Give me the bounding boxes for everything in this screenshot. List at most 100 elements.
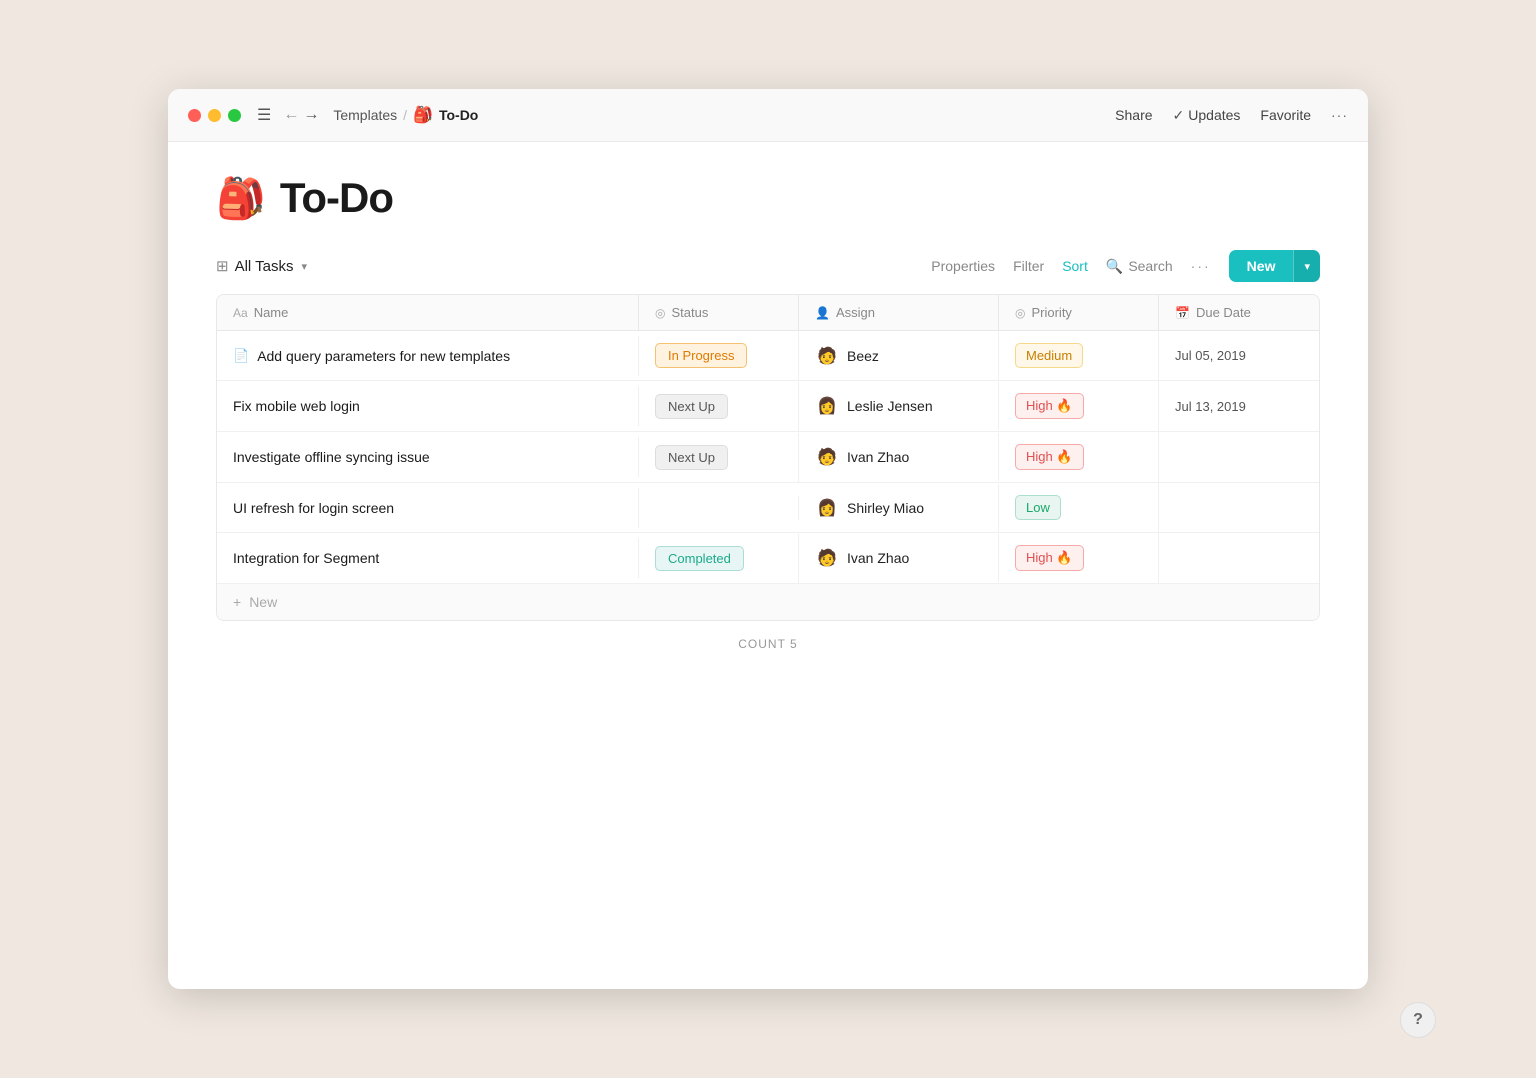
- filter-button[interactable]: Filter: [1013, 258, 1044, 274]
- share-button[interactable]: Share: [1115, 107, 1152, 123]
- titlebar: ☰ ← → Templates / 🎒 To-Do Share ✓ Update…: [168, 89, 1368, 142]
- duedate-col-label: Due Date: [1196, 305, 1251, 320]
- page-icon: 🎒: [216, 175, 266, 222]
- search-icon: 🔍: [1106, 258, 1123, 275]
- main-content: 🎒 To-Do ⊞ All Tasks ▾ Properties Filter …: [168, 142, 1368, 989]
- new-dropdown-arrow[interactable]: ▾: [1293, 250, 1320, 282]
- assign-col-label: Assign: [836, 305, 875, 320]
- favorite-button[interactable]: Favorite: [1260, 107, 1311, 123]
- plus-icon: +: [233, 594, 241, 610]
- help-button[interactable]: ?: [1400, 1002, 1436, 1038]
- menu-icon[interactable]: ☰: [257, 105, 271, 125]
- add-new-row[interactable]: + New: [217, 584, 1319, 620]
- task-name-cell: Investigate offline syncing issue: [217, 437, 639, 477]
- status-badge[interactable]: Next Up: [655, 445, 728, 470]
- toolbar-right: Properties Filter Sort 🔍 Search ··· New …: [931, 250, 1320, 282]
- properties-button[interactable]: Properties: [931, 258, 995, 274]
- table-header: Aa Name ◎ Status 👤 Assign ◎ Priority 📅: [217, 295, 1319, 331]
- status-badge[interactable]: Completed: [655, 546, 744, 571]
- minimize-button[interactable]: [208, 109, 221, 122]
- search-button[interactable]: 🔍 Search: [1106, 258, 1173, 275]
- task-priority-cell: High 🔥: [999, 432, 1159, 482]
- app-window: ☰ ← → Templates / 🎒 To-Do Share ✓ Update…: [168, 89, 1368, 989]
- status-badge[interactable]: In Progress: [655, 343, 747, 368]
- sort-button[interactable]: Sort: [1062, 258, 1088, 274]
- priority-col-label: Priority: [1031, 305, 1071, 320]
- task-duedate-cell: Jul 05, 2019: [1159, 336, 1319, 375]
- search-label: Search: [1128, 258, 1172, 274]
- task-status-cell: [639, 496, 799, 520]
- back-arrow[interactable]: ←: [283, 106, 299, 124]
- task-priority-cell: High 🔥: [999, 381, 1159, 431]
- task-priority-cell: High 🔥: [999, 533, 1159, 583]
- task-duedate-cell: [1159, 546, 1319, 570]
- new-button-group: New ▾: [1229, 250, 1320, 282]
- page-header: 🎒 To-Do: [216, 174, 1320, 222]
- table-row[interactable]: 📄 Add query parameters for new templates…: [217, 331, 1319, 381]
- close-button[interactable]: [188, 109, 201, 122]
- avatar: 🧑: [815, 344, 839, 368]
- check-icon: ✓: [1173, 107, 1185, 124]
- view-grid-icon: ⊞: [216, 257, 229, 275]
- assignee-name: Ivan Zhao: [847, 550, 909, 566]
- chevron-down-icon: ▾: [302, 260, 308, 273]
- assignee-name: Beez: [847, 348, 879, 364]
- due-date: Jul 13, 2019: [1175, 399, 1246, 414]
- table-row[interactable]: Integration for Segment Completed 🧑 Ivan…: [217, 533, 1319, 584]
- nav-arrows: ← →: [283, 106, 319, 124]
- page-title: To-Do: [280, 174, 393, 222]
- task-duedate-cell: Jul 13, 2019: [1159, 387, 1319, 426]
- table-row[interactable]: UI refresh for login screen 👩 Shirley Mi…: [217, 483, 1319, 533]
- count-row: COUNT 5: [216, 621, 1320, 667]
- page-emoji: 🎒: [413, 105, 433, 125]
- task-status-cell: Next Up: [639, 433, 799, 482]
- col-name: Aa Name: [217, 295, 639, 330]
- task-name-cell: UI refresh for login screen: [217, 488, 639, 528]
- task-name: Add query parameters for new templates: [257, 348, 510, 364]
- new-button[interactable]: New: [1229, 250, 1294, 282]
- task-duedate-cell: [1159, 445, 1319, 469]
- toolbar: ⊞ All Tasks ▾ Properties Filter Sort 🔍 S…: [216, 250, 1320, 294]
- task-assignee-cell: 🧑 Ivan Zhao: [799, 534, 999, 582]
- traffic-lights: [188, 109, 241, 122]
- avatar: 👩: [815, 394, 839, 418]
- task-status-cell: Next Up: [639, 382, 799, 431]
- task-assignee-cell: 👩 Shirley Miao: [799, 484, 999, 532]
- col-status: ◎ Status: [639, 295, 799, 330]
- assignee-name: Leslie Jensen: [847, 398, 933, 414]
- task-assignee-cell: 🧑 Beez: [799, 332, 999, 380]
- task-status-cell: In Progress: [639, 331, 799, 380]
- due-date: Jul 05, 2019: [1175, 348, 1246, 363]
- task-name: Investigate offline syncing issue: [233, 449, 430, 465]
- more-button[interactable]: ···: [1331, 107, 1348, 123]
- assignee-name: Ivan Zhao: [847, 449, 909, 465]
- forward-arrow[interactable]: →: [303, 106, 319, 124]
- priority-badge[interactable]: High 🔥: [1015, 393, 1084, 419]
- priority-badge[interactable]: High 🔥: [1015, 545, 1084, 571]
- task-duedate-cell: [1159, 496, 1319, 520]
- status-badge[interactable]: Next Up: [655, 394, 728, 419]
- breadcrumb-parent[interactable]: Templates: [333, 107, 397, 123]
- name-col-label: Name: [254, 305, 289, 320]
- count-value: 5: [790, 637, 798, 651]
- updates-button[interactable]: ✓ Updates: [1173, 107, 1241, 124]
- name-col-icon: Aa: [233, 306, 248, 320]
- more-options-button[interactable]: ···: [1191, 258, 1211, 274]
- add-new-label: New: [249, 594, 277, 610]
- table-row[interactable]: Fix mobile web login Next Up 👩 Leslie Je…: [217, 381, 1319, 432]
- breadcrumb-separator: /: [403, 107, 407, 123]
- breadcrumb-current: To-Do: [439, 107, 478, 123]
- view-selector[interactable]: ⊞ All Tasks ▾: [216, 257, 307, 275]
- priority-badge[interactable]: High 🔥: [1015, 444, 1084, 470]
- table-row[interactable]: Investigate offline syncing issue Next U…: [217, 432, 1319, 483]
- task-assignee-cell: 🧑 Ivan Zhao: [799, 433, 999, 481]
- task-name-cell: Fix mobile web login: [217, 386, 639, 426]
- col-assign: 👤 Assign: [799, 295, 999, 330]
- task-name: UI refresh for login screen: [233, 500, 394, 516]
- status-col-icon: ◎: [655, 306, 665, 320]
- maximize-button[interactable]: [228, 109, 241, 122]
- priority-badge[interactable]: Medium: [1015, 343, 1083, 368]
- priority-col-icon: ◎: [1015, 306, 1025, 320]
- priority-badge[interactable]: Low: [1015, 495, 1061, 520]
- duedate-col-icon: 📅: [1175, 306, 1190, 320]
